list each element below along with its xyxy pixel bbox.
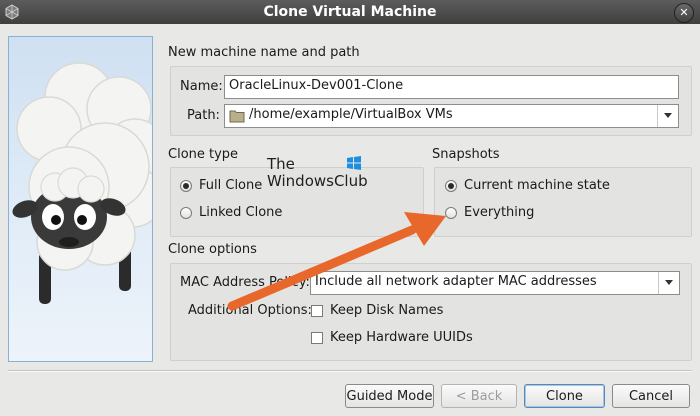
path-dropdown-button[interactable] [657,105,678,127]
everything-radio[interactable]: Everything [445,205,534,220]
checkbox-unchecked-icon [311,304,323,317]
title-bar: Clone Virtual Machine ✕ [0,0,700,24]
mac-policy-select[interactable]: Include all network adapter MAC addresse… [310,271,680,295]
mac-policy-label: MAC Address Policy: [180,275,310,290]
window-title: Clone Virtual Machine [263,4,437,20]
sheep-mascot-icon [12,62,152,304]
windows-logo-icon [347,156,361,170]
name-label: Name: [180,79,223,94]
name-input[interactable]: OracleLinux-Dev001-Clone [224,75,679,99]
linked-clone-radio[interactable]: Linked Clone [180,205,282,220]
clone-type-heading: Clone type [168,147,239,162]
path-value: /home/example/VirtualBox VMs [249,107,453,122]
button-separator [8,370,692,372]
current-state-radio[interactable]: Current machine state [445,178,610,193]
keep-disk-names-checkbox[interactable]: Keep Disk Names [311,303,443,318]
clone-button[interactable]: Clone [524,384,605,408]
chevron-down-icon [665,280,673,285]
additional-options-label: Additional Options: [188,303,312,318]
radio-unselected-icon [180,206,192,219]
linked-clone-label: Linked Clone [199,205,283,220]
watermark-line2: WindowsClub [267,172,368,190]
full-clone-label: Full Clone [199,178,263,193]
everything-label: Everything [464,205,535,220]
name-path-heading: New machine name and path [168,45,360,60]
radio-unselected-icon [445,206,457,219]
close-icon: ✕ [679,6,689,19]
watermark: The WindowsClub [267,156,368,190]
back-button[interactable]: < Back [441,384,517,408]
close-button[interactable]: ✕ [674,3,694,23]
keep-hardware-uuids-label: Keep Hardware UUIDs [330,330,473,345]
wizard-illustration [8,36,153,362]
clone-options-heading: Clone options [168,242,257,257]
snapshots-heading: Snapshots [432,147,500,162]
chevron-down-icon [664,113,672,118]
current-state-label: Current machine state [464,178,610,193]
radio-selected-icon [180,179,192,192]
virtualbox-icon [5,4,19,20]
full-clone-radio[interactable]: Full Clone [180,178,262,193]
path-label: Path: [187,108,220,123]
guided-mode-button[interactable]: Guided Mode [345,384,434,408]
cancel-button[interactable]: Cancel [612,384,690,408]
keep-hardware-uuids-checkbox[interactable]: Keep Hardware UUIDs [311,330,473,345]
keep-disk-names-label: Keep Disk Names [330,303,444,318]
radio-selected-icon [445,179,457,192]
path-select[interactable]: /home/example/VirtualBox VMs [224,104,679,128]
checkbox-unchecked-icon [311,331,323,344]
folder-icon [229,110,245,123]
mac-policy-value: Include all network adapter MAC addresse… [315,274,597,289]
mac-dropdown-button[interactable] [658,272,679,294]
